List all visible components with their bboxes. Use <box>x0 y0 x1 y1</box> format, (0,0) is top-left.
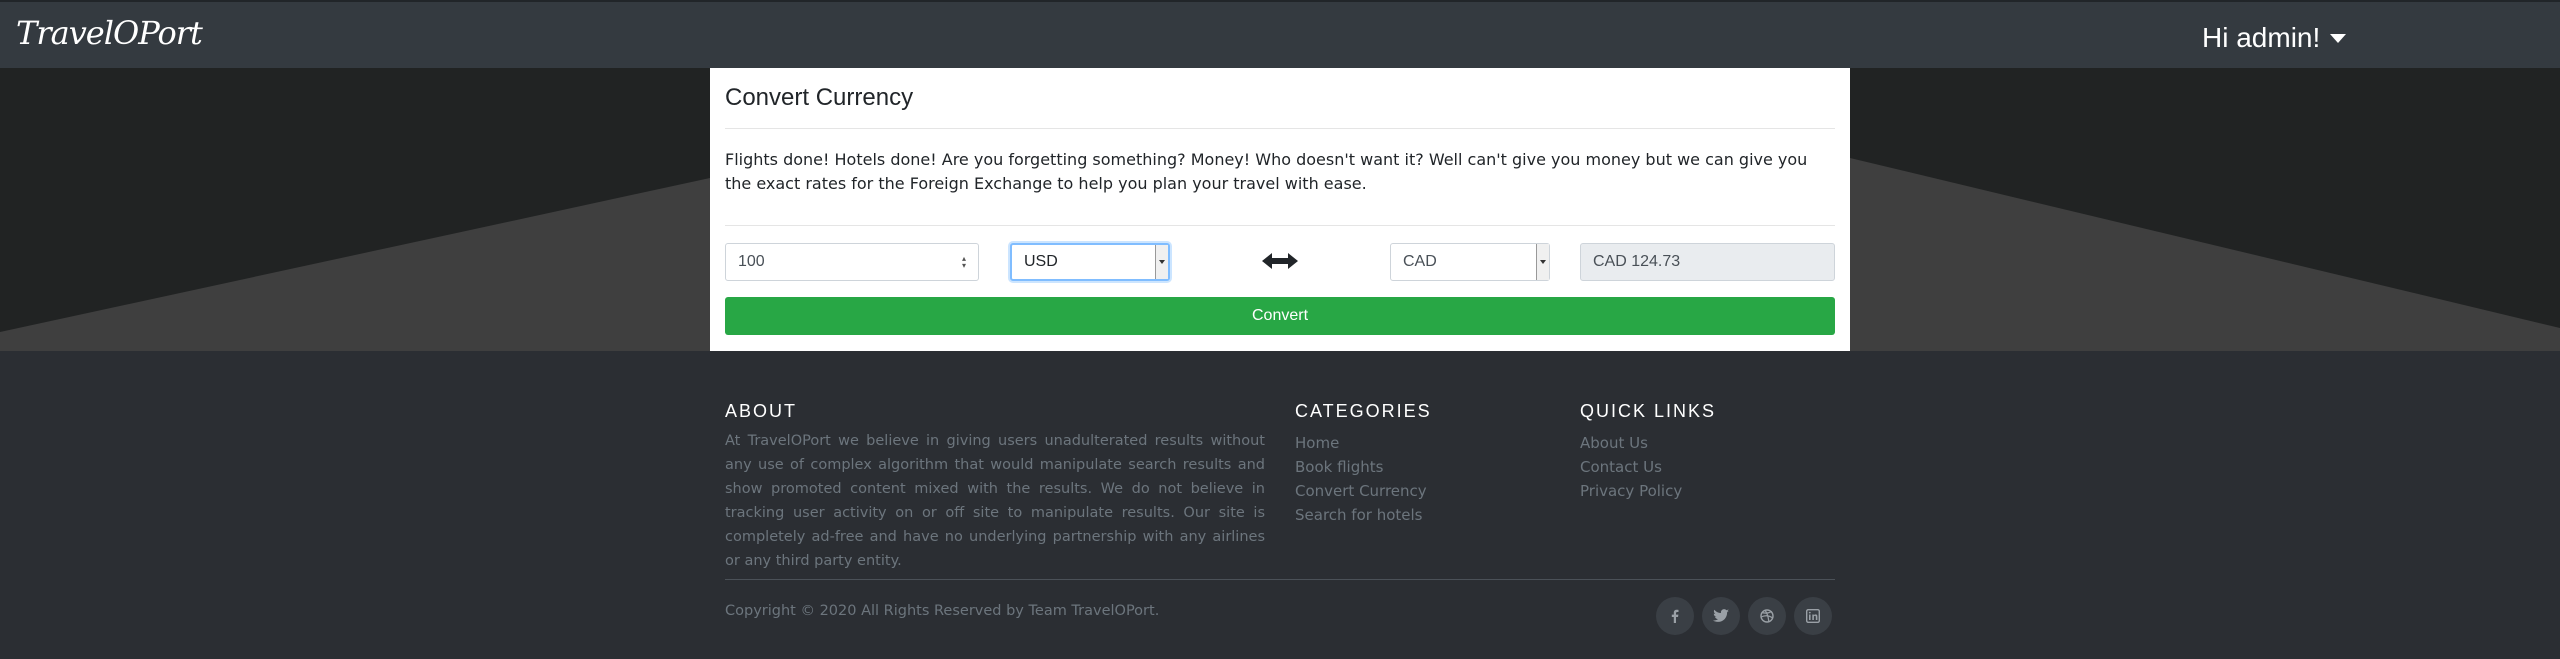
footer-link-about-us[interactable]: About Us <box>1580 431 1682 455</box>
amount-value: 100 <box>738 253 765 270</box>
footer-link-home[interactable]: Home <box>1295 431 1427 455</box>
caret-down-icon <box>2330 33 2347 43</box>
brand-logo[interactable]: TravelOPort <box>16 14 203 52</box>
converted-result-field: CAD 124.73 <box>1580 243 1835 281</box>
divider <box>725 225 1835 226</box>
currency-converter-card: Convert Currency Flights done! Hotels do… <box>710 68 1850 351</box>
facebook-icon[interactable] <box>1656 597 1694 635</box>
from-currency-select[interactable]: USD <box>1010 243 1170 281</box>
categories-list: Home Book flights Convert Currency Searc… <box>1295 431 1427 527</box>
twitter-icon[interactable] <box>1702 597 1740 635</box>
site-footer: ABOUT At TravelOPort we believe in givin… <box>0 351 2560 659</box>
converted-result-value: CAD 124.73 <box>1593 253 1681 270</box>
amount-input[interactable]: 100 ▴ ▾ <box>725 243 979 281</box>
user-menu-dropdown[interactable]: Hi admin! <box>2202 22 2347 54</box>
from-currency-value: USD <box>1024 253 1058 270</box>
to-currency-select[interactable]: CAD <box>1390 243 1550 281</box>
copyright-text: Copyright © 2020 All Rights Reserved by … <box>725 603 1160 619</box>
footer-link-privacy-policy[interactable]: Privacy Policy <box>1580 479 1682 503</box>
swap-arrows-icon[interactable] <box>1262 246 1298 276</box>
quicklinks-list: About Us Contact Us Privacy Policy <box>1580 431 1682 503</box>
categories-heading: CATEGORIES <box>1295 401 1432 421</box>
footer-link-book-flights[interactable]: Book flights <box>1295 455 1427 479</box>
linkedin-icon[interactable] <box>1794 597 1832 635</box>
dribbble-icon[interactable] <box>1748 597 1786 635</box>
quicklinks-heading: QUICK LINKS <box>1580 401 1717 421</box>
footer-link-search-hotels[interactable]: Search for hotels <box>1295 503 1427 527</box>
top-navbar: TravelOPort Hi admin! <box>0 0 2560 68</box>
user-greeting: Hi admin! <box>2202 22 2321 53</box>
divider <box>725 128 1835 129</box>
about-heading: ABOUT <box>725 401 798 421</box>
social-links <box>1656 597 1832 635</box>
chevron-down-icon <box>1536 244 1549 280</box>
footer-link-convert-currency[interactable]: Convert Currency <box>1295 479 1427 503</box>
footer-divider <box>725 579 1835 580</box>
spinner-arrows-icon[interactable]: ▴ ▾ <box>960 255 968 270</box>
footer-link-contact-us[interactable]: Contact Us <box>1580 455 1682 479</box>
convert-button[interactable]: Convert <box>725 297 1835 335</box>
page-title: Convert Currency <box>725 84 914 111</box>
converter-description: Flights done! Hotels done! Are you forge… <box>725 150 1808 193</box>
about-text: At TravelOPort we believe in giving user… <box>725 433 1265 569</box>
to-currency-value: CAD <box>1403 253 1437 270</box>
chevron-down-icon <box>1155 245 1168 279</box>
